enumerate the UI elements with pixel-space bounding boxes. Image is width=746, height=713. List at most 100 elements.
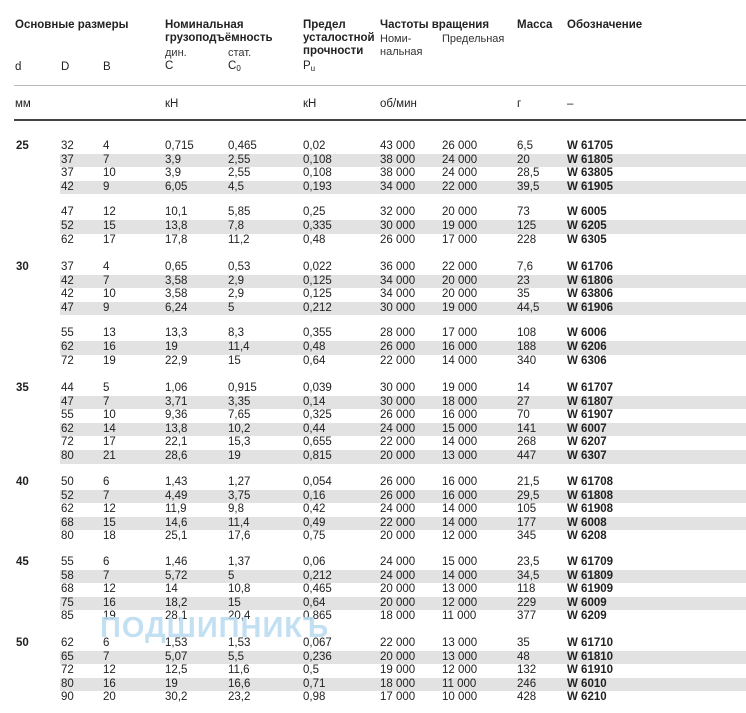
limiting-speed-cell: 19 000 [442,220,478,232]
table-row: 68 12 14 10,8 0,465 20 000 13 000 118 W 61909 [0,583,746,597]
width-cell: 16 [103,341,116,353]
outer-diameter-cell: 68 [61,516,74,529]
main-dimensions-header: Основные размеры [15,19,129,31]
width-cell: 7 [103,650,110,663]
width-cell: 12 [103,583,116,596]
mass-cell: 73 [517,206,530,219]
outer-diameter-cell: 42 [61,288,74,301]
mass-cell: 108 [517,327,537,340]
dynamic-load-cell: 22,1 [165,436,188,449]
fatigue-limit-cell: 0,14 [303,395,326,408]
limiting-speed-cell: 11 000 [442,677,477,690]
reference-speed-cell: 26 000 [380,341,416,353]
table-row: 37 7 3,9 2,55 0,108 38 000 24 000 20 W 61805 [0,153,746,168]
limiting-speed-cell: 12 000 [442,596,478,609]
mass-cell: 28,5 [517,167,540,180]
reference-speed-cell: 24 000 [380,422,416,435]
static-load-cell: 15 [228,596,241,609]
table-row: 25 32 4 0,715 0,465 0,02 43 000 26 000 6,5 W 6170… [0,140,746,154]
table-row: 40 50 6 1,43 1,27 0,054 26 000 16 000 21,5 W 6170… [0,476,746,490]
designation-cell: W 61710 [567,637,614,649]
limiting-speed-cell: 14 000 [442,503,478,516]
limiting-speed-cell: 20 000 [442,288,478,301]
bearing-table-page: Основные размеры d D B Номинальная грузо… [0,0,746,713]
reference-speed-cell: 18 000 [380,610,416,623]
table-row: 90 20 30,2 23,2 0,98 17 000 10 000 428 W 6210 [0,691,746,705]
dynamic-load-cell: 19 [165,341,178,353]
reference-speed-cell: 30 000 [380,301,416,314]
static-load-cell: 9,8 [228,503,244,516]
mass-cell: 29,5 [517,489,540,502]
designation-cell: W 61807 [567,395,614,408]
mass-cell: 34,5 [517,569,540,582]
reference-speed-cell: 26 000 [380,489,416,502]
D-header: D [61,61,70,73]
table-row: 42 9 6,05 4,5 0,193 34 000 22 000 39,5 W 61905 [0,180,746,195]
limiting-speed-cell: 18 000 [442,395,478,408]
designation-cell: W 6009 [567,596,607,609]
designation-cell: W 63806 [567,288,614,301]
fatigue-limit-cell: 0,25 [303,206,326,219]
dynamic-load-cell: 19 [165,677,178,690]
fatigue-limit-cell: 0,236 [303,650,332,663]
designation-cell: W 61905 [567,180,614,193]
mass-cell: 118 [517,583,536,596]
designation-cell: W 61708 [567,476,614,488]
width-cell: 20 [103,691,116,704]
static-load-cell: 7,65 [228,409,251,422]
outer-diameter-cell: 37 [61,167,74,180]
reference-speed-cell: 32 000 [380,206,416,219]
width-cell: 5 [103,382,110,394]
Pu-header: Pu [303,60,316,73]
mass-cell: 7,6 [517,261,533,273]
dynamic-load-cell: 4,49 [165,489,188,502]
designation-cell: W 61705 [567,140,614,152]
static-label: стат. [228,47,252,59]
width-cell: 19 [103,354,116,367]
limiting-speed-cell: 11 000 [442,610,477,623]
fatigue-title-1: Предел [303,19,346,31]
unit-kn-load: кН [165,98,179,110]
fatigue-limit-cell: 0,44 [303,422,326,435]
mass-cell: 6,5 [517,140,533,152]
dynamic-load-cell: 1,46 [165,556,188,568]
reference-speed-cell: 22 000 [380,354,416,367]
static-load-cell: 5,5 [228,650,244,663]
static-load-cell: 2,55 [228,153,251,166]
mass-cell: 132 [517,664,537,677]
outer-diameter-cell: 58 [61,569,74,582]
reference-speed-cell: 30 000 [380,395,416,408]
table-row: 52 15 13,8 7,8 0,335 30 000 19 000 125 W 6205 [0,220,746,234]
limiting-speed-cell: 20 000 [442,274,478,287]
dynamic-load-cell: 22,9 [165,354,188,367]
bore-diameter-cell: 30 [16,261,29,273]
dynamic-load-cell: 1,06 [165,382,188,394]
fatigue-limit-cell: 0,64 [303,354,326,367]
static-load-cell: 17,6 [228,530,251,543]
designation-cell: W 61910 [567,664,614,677]
table-row: 72 19 22,9 15 0,64 22 000 14 000 340 W 6306 [0,355,746,369]
limiting-speed-cell: 17 000 [442,327,478,340]
static-load-cell: 16,6 [228,677,251,690]
width-cell: 14 [103,422,116,435]
dynamic-load-cell: 13,3 [165,327,188,340]
table-row: 62 14 13,8 10,2 0,44 24 000 15 000 141 W 6007 [0,422,746,437]
fatigue-limit-cell: 0,355 [303,327,332,340]
static-load-cell: 11,4 [228,341,250,353]
designation-cell: W 6307 [567,450,607,462]
fatigue-limit-cell: 0,75 [303,530,326,543]
static-load-cell: 11,2 [228,233,250,246]
designation-cell: W 61706 [567,261,614,273]
static-load-cell: 10,8 [228,583,251,596]
limiting-speed-cell: 16 000 [442,341,478,353]
outer-diameter-cell: 52 [61,489,74,502]
width-cell: 16 [103,596,116,609]
width-cell: 7 [103,274,110,287]
width-cell: 17 [103,233,116,246]
unit-g: г [517,98,522,110]
reference-speed-label-1: Номи- [380,33,412,45]
fatigue-limit-cell: 0,815 [303,450,332,462]
table-row: 80 18 25,1 17,6 0,75 20 000 12 000 345 W 6208 [0,530,746,544]
width-cell: 6 [103,556,110,568]
bore-diameter-cell: 45 [16,556,29,568]
